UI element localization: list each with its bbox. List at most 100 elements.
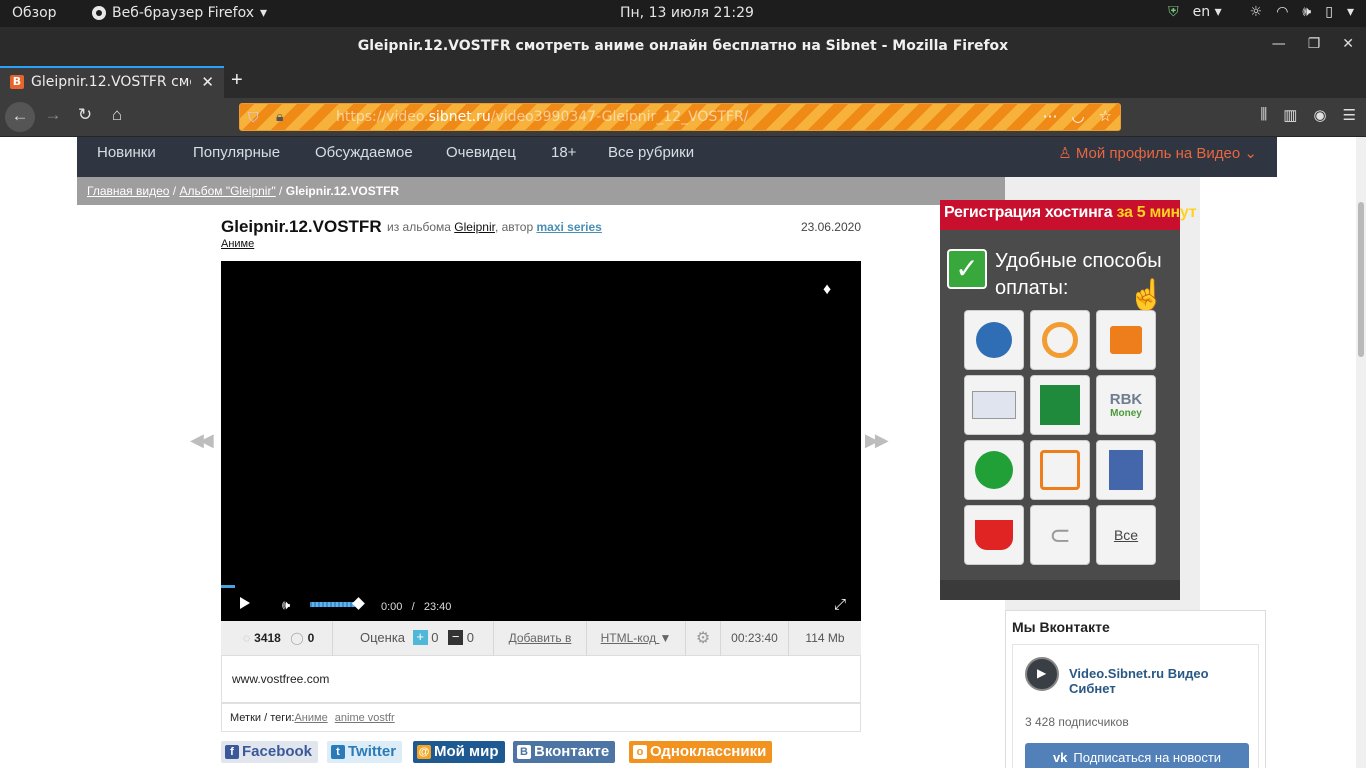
bookmark-star-icon[interactable]: ☆ [1099, 107, 1112, 125]
user-icon: ♙ [1058, 145, 1072, 162]
profile-menu[interactable]: ♙ Мой профиль на Видео ⌄ [1058, 144, 1257, 162]
volume-knob[interactable] [352, 597, 365, 610]
reload-button[interactable]: ↻ [73, 105, 97, 125]
author-link[interactable]: maxi series [536, 220, 601, 234]
rate-up-button[interactable]: + [412, 630, 428, 645]
total-time: 23:40 [423, 601, 452, 613]
rbk-label: RBK [1109, 391, 1143, 408]
breadcrumb-home[interactable]: Главная видео [87, 184, 169, 198]
breadcrumb-current: Gleipnir.12.VOSTFR [285, 184, 400, 198]
app-menu[interactable]: Веб-браузер Firefox ▾ [92, 5, 267, 21]
play-icon[interactable] [240, 597, 250, 609]
odnoklassniki-icon: о [633, 745, 647, 759]
url-path: /video3990347-Gleipnir_12_VOSTFR/ [490, 109, 749, 125]
breadcrumb-album[interactable]: Альбом "Gleipnir" [179, 184, 275, 198]
tracking-shield-icon[interactable]: ⛉ [248, 109, 259, 126]
nav-item-new[interactable]: Новинки [97, 144, 156, 161]
volume-icon[interactable]: 🕪 [282, 597, 290, 613]
from-album-label: из альбома [387, 220, 455, 234]
add-to-button[interactable]: Добавить в [494, 621, 587, 656]
nav-item-adult[interactable]: 18+ [551, 144, 576, 161]
share-vkontakte-button[interactable]: B Вконтакте [513, 741, 616, 763]
settings-gear-icon[interactable]: ⚙ [686, 621, 721, 656]
url-bar[interactable]: ⛉ 🔒︎ https://video.sibnet.ru/video399034… [239, 103, 1121, 131]
nav-item-discussed[interactable]: Обсуждаемое [315, 144, 413, 161]
previous-video-arrow[interactable]: ◀◀ [190, 430, 214, 451]
album-link[interactable]: Gleipnir [454, 220, 495, 234]
fullscreen-icon[interactable]: ⤢ [834, 596, 846, 613]
menu-icon[interactable]: ☰ [1343, 106, 1356, 124]
pos-terminal-icon [1096, 440, 1156, 500]
firefox-icon [92, 6, 106, 20]
next-video-arrow[interactable]: ▶▶ [865, 430, 889, 451]
nav-item-popular[interactable]: Популярные [193, 144, 280, 161]
tab-label: Gleipnir.12.VOSTFR смотр [31, 74, 191, 90]
html-code-button[interactable]: HTML-код ▼ [587, 621, 686, 656]
vk-subscribers-count: 3 428 подписчиков [1025, 715, 1129, 729]
comment-icon: ◯ [290, 631, 304, 645]
home-button[interactable]: ⌂ [105, 105, 129, 125]
nav-item-all-categories[interactable]: Все рубрики [608, 144, 694, 161]
volume-icon[interactable]: 🕪 [1302, 4, 1311, 20]
shield-icon[interactable]: ⛨ [1168, 4, 1179, 20]
brightness-icon[interactable]: ☼ [1250, 4, 1263, 20]
hosting-ad-banner[interactable]: Регистрация хостинга за 5 минут ✓ Удобны… [940, 200, 1197, 600]
current-time: 0:00 [381, 601, 403, 613]
payment-services-icon [1030, 440, 1090, 500]
checkmark-icon: ✓ [947, 249, 987, 289]
category-link[interactable]: Аниме [221, 238, 254, 250]
lock-icon[interactable]: 🔒︎ [276, 108, 283, 125]
share-odnoklassniki-button[interactable]: о Одноклассники [629, 741, 773, 763]
library-icon[interactable]: ⫼ [1260, 106, 1267, 124]
pocket-icon[interactable]: ◡ [1071, 107, 1084, 125]
language-label: en [1192, 4, 1211, 20]
maximize-icon[interactable]: ❐ [1308, 36, 1321, 52]
close-tab-icon[interactable]: ✕ [201, 73, 214, 91]
scrollbar-thumb[interactable] [1358, 202, 1364, 357]
progress-bar[interactable] [221, 582, 235, 590]
clock[interactable]: Пн, 13 июля 21:29 [620, 5, 754, 21]
forward-button[interactable]: → [41, 105, 65, 125]
back-button[interactable]: ← [5, 102, 35, 132]
share-moymir-button[interactable]: @ Мой мир [413, 741, 505, 763]
vk-icon: B [517, 745, 531, 759]
page-actions-icon[interactable]: ⋯ [1042, 107, 1057, 125]
language-indicator[interactable]: en ▾ [1193, 4, 1222, 20]
sidebar-icon[interactable]: ▥ [1283, 106, 1297, 124]
video-description: www.vostfree.com [221, 656, 861, 703]
video-meta: из альбома Gleipnir, автор maxi series [387, 220, 602, 234]
time-display: 0:00 / 23:40 [381, 601, 451, 613]
ad-text-line: оплаты: [995, 277, 1069, 299]
rating: Оценка + 0 − 0 [333, 621, 494, 656]
share-facebook-button[interactable]: f Facebook [221, 741, 319, 763]
vk-subscribe-button[interactable]: vk Подписаться на новости [1025, 743, 1249, 768]
wifi-icon[interactable]: ◠ [1276, 4, 1288, 20]
url-domain: sibnet.ru [428, 109, 491, 125]
duration: 00:23:40 [721, 621, 789, 656]
minimize-icon[interactable]: — [1272, 36, 1286, 52]
rate-down-button[interactable]: − [448, 630, 464, 645]
purse-icon [964, 505, 1024, 565]
share-twitter-button[interactable]: t Twitter [327, 741, 403, 763]
account-icon[interactable]: ◉ [1313, 106, 1326, 124]
facebook-icon: f [225, 745, 239, 759]
tab-current[interactable]: B Gleipnir.12.VOSTFR смотр ✕ [0, 66, 224, 98]
ad-header-accent: за 5 минут [1116, 204, 1197, 221]
new-tab-button[interactable]: + [231, 69, 243, 92]
battery-icon[interactable]: ▯ [1325, 4, 1333, 20]
nav-item-eyewitness[interactable]: Очевидец [446, 144, 516, 161]
chevron-down-icon[interactable]: ▾ [1347, 4, 1354, 20]
page-scrollbar[interactable] [1356, 137, 1366, 768]
close-icon[interactable]: ✕ [1342, 36, 1354, 52]
activities-button[interactable]: Обзор [12, 5, 57, 21]
sibnet-favicon: B [10, 75, 24, 89]
vk-group-name[interactable]: Video.Sibnet.ru Видео Сибнет [1069, 666, 1258, 696]
url-text[interactable]: https://video.sibnet.ru/video3990347-Gle… [336, 109, 748, 125]
tag-link[interactable]: anime vostfr [335, 712, 395, 724]
main-content: Главная видео / Альбом "Gleipnir" / Glei… [77, 177, 1005, 768]
all-methods-link[interactable]: Все [1096, 505, 1156, 565]
volume-slider[interactable] [310, 602, 358, 607]
video-player[interactable]: ♦ 🕪 0:00 / 23:40 ⤢ [221, 261, 861, 621]
vk-group-avatar[interactable] [1025, 657, 1059, 691]
tag-link[interactable]: Аниме [294, 712, 327, 724]
